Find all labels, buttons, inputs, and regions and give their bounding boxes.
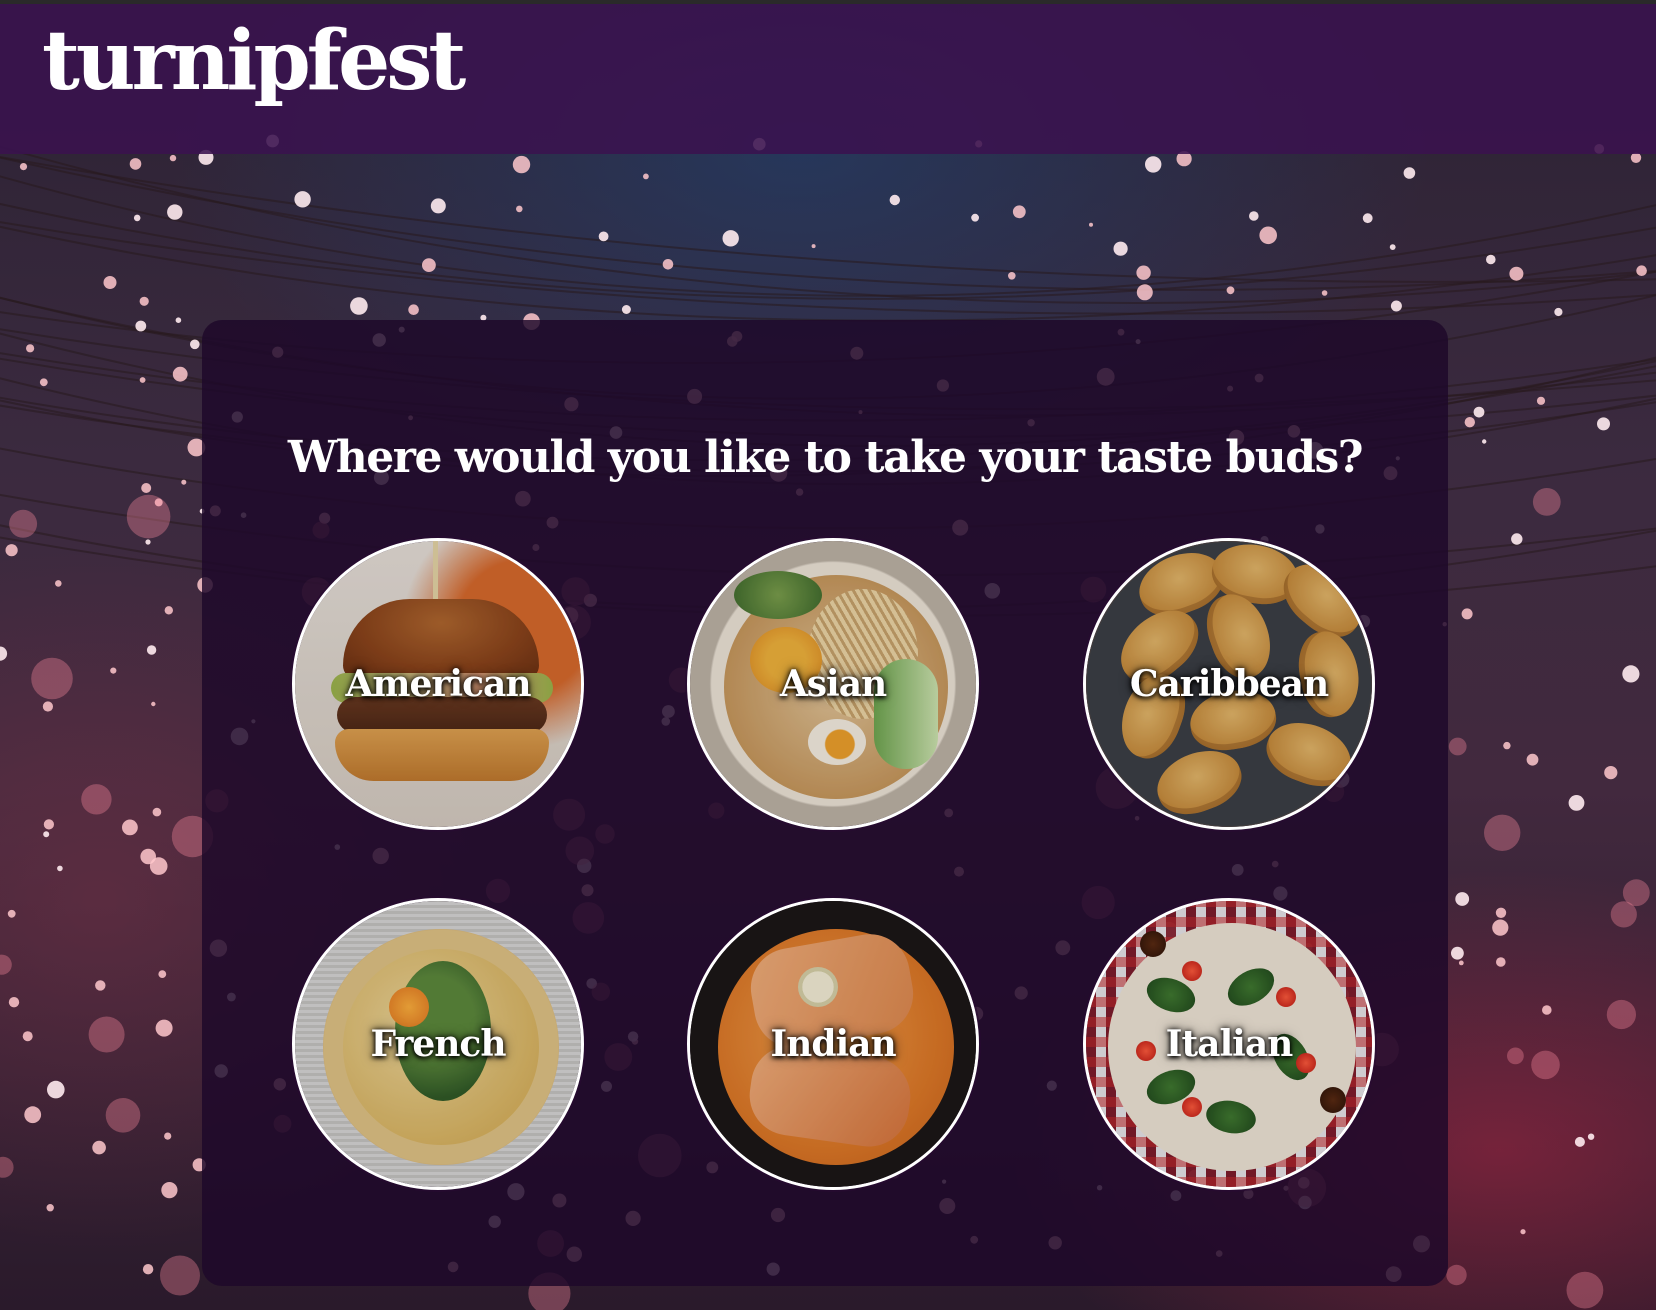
cuisine-option-french[interactable]: French	[292, 898, 584, 1190]
window-top-edge	[0, 0, 1656, 4]
cuisine-option-label: French	[370, 1023, 506, 1065]
cuisine-option-label: Italian	[1165, 1023, 1294, 1065]
cuisine-option-indian[interactable]: Indian	[687, 898, 979, 1190]
cuisine-option-american[interactable]: American	[292, 538, 584, 830]
site-header: turnipfest	[0, 4, 1656, 154]
cuisine-option-label: Asian	[779, 663, 887, 705]
cuisine-option-italian[interactable]: Italian	[1083, 898, 1375, 1190]
brand-logo[interactable]: turnipfest	[42, 12, 466, 110]
cuisine-option-caribbean[interactable]: Caribbean	[1083, 538, 1375, 830]
cuisine-option-label: Indian	[770, 1023, 896, 1065]
cuisine-selection-panel: Where would you like to take your taste …	[202, 320, 1448, 1286]
cuisine-option-label: Caribbean	[1129, 663, 1329, 705]
cuisine-option-label: American	[345, 663, 532, 705]
page-question: Where would you like to take your taste …	[287, 432, 1364, 483]
cuisine-option-asian[interactable]: Asian	[687, 538, 979, 830]
